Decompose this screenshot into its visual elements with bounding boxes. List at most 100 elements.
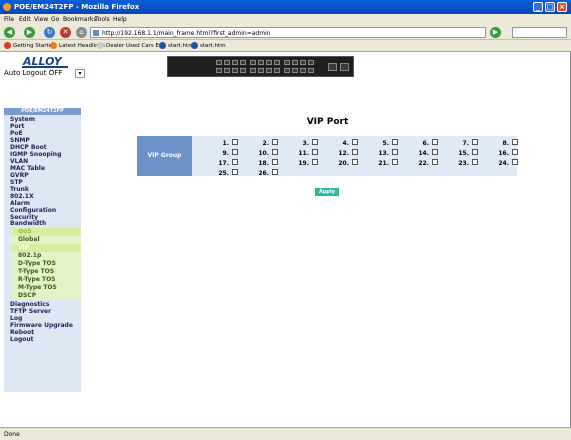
maximize-button[interactable]: □ bbox=[545, 2, 555, 12]
sidebar-subitem-vip[interactable]: VIP bbox=[12, 244, 81, 252]
search-box[interactable] bbox=[512, 27, 567, 38]
stop-icon[interactable]: ✕ bbox=[60, 27, 71, 38]
vip-port-checkbox[interactable] bbox=[352, 149, 358, 155]
vip-port-checkbox[interactable] bbox=[392, 149, 398, 155]
vip-port-checkbox[interactable] bbox=[392, 159, 398, 165]
vip-group-label: VIP Group bbox=[137, 136, 192, 176]
sidebar-item-log[interactable]: Log bbox=[10, 315, 22, 322]
navigation-toolbar: ◀ ▶ ↻ ✕ ⌂ http://192.168.1.1/main_frame.… bbox=[0, 25, 571, 40]
sidebar-subitem-dscp[interactable]: DSCP bbox=[12, 292, 81, 300]
vip-port-checkbox[interactable] bbox=[512, 139, 518, 145]
apply-button[interactable]: Apply bbox=[315, 188, 339, 196]
sidebar-subitem-r-type-tos[interactable]: R-Type TOS bbox=[12, 276, 81, 284]
vip-port-label: 25. bbox=[218, 170, 229, 177]
vip-port-cell: 18. bbox=[239, 159, 283, 169]
vip-port-checkbox[interactable] bbox=[272, 169, 278, 175]
vip-port-label: 16. bbox=[498, 150, 509, 157]
sidebar-subitem-8021p[interactable]: 802.1p bbox=[12, 252, 81, 260]
sidebar-subitem-global[interactable]: Global bbox=[12, 236, 81, 244]
vip-port-cell: 5. bbox=[359, 139, 403, 149]
sidebar-item-gvrp[interactable]: GVRP bbox=[10, 172, 29, 179]
vip-port-checkbox[interactable] bbox=[312, 159, 318, 165]
minimize-button[interactable]: _ bbox=[533, 2, 543, 12]
vip-port-checkbox[interactable] bbox=[472, 159, 478, 165]
status-text: Done bbox=[4, 431, 20, 438]
vip-port-checkbox[interactable] bbox=[472, 139, 478, 145]
vip-port-checkbox[interactable] bbox=[312, 139, 318, 145]
sidebar-item-poe[interactable]: PoE bbox=[10, 130, 23, 137]
vip-port-checkbox[interactable] bbox=[232, 139, 238, 145]
reload-icon[interactable]: ↻ bbox=[44, 27, 55, 38]
vip-port-label: 19. bbox=[298, 160, 309, 167]
page-title: VIP Port bbox=[306, 117, 349, 127]
sidebar-item-snmp[interactable]: SNMP bbox=[10, 137, 30, 144]
go-icon[interactable]: ▶ bbox=[490, 27, 501, 38]
sidebar-subitem-d-type-tos[interactable]: D-Type TOS bbox=[12, 260, 81, 268]
menu-help[interactable]: Help bbox=[113, 16, 127, 23]
sidebar-item-system[interactable]: System bbox=[10, 116, 35, 123]
sidebar-item-bandwidth[interactable]: Bandwidth bbox=[10, 220, 46, 227]
vip-port-cell: 21. bbox=[359, 159, 403, 169]
bookmark-start-1[interactable]: start.htm bbox=[159, 42, 194, 49]
menu-tools[interactable]: Tools bbox=[95, 16, 110, 23]
bookmark-dealer-used-cars[interactable]: Dealer Used Cars Er... bbox=[97, 42, 166, 49]
close-button[interactable]: × bbox=[557, 2, 567, 12]
sidebar-item-vlan[interactable]: VLAN bbox=[10, 158, 28, 165]
vip-port-checkbox[interactable] bbox=[352, 159, 358, 165]
vip-port-checkbox[interactable] bbox=[272, 159, 278, 165]
bookmark-getting-started[interactable]: Getting Started bbox=[4, 42, 56, 49]
sidebar-item-qos[interactable]: QoS bbox=[12, 228, 81, 236]
vip-port-checkbox[interactable] bbox=[272, 139, 278, 145]
sidebar-item-stp[interactable]: STP bbox=[10, 179, 23, 186]
auto-logout-select[interactable]: ▾ bbox=[75, 69, 85, 78]
vip-port-checkbox[interactable] bbox=[432, 139, 438, 145]
vip-port-cell: 20. bbox=[319, 159, 363, 169]
sidebar-subitem-t-type-tos[interactable]: T-Type TOS bbox=[12, 268, 81, 276]
vip-port-checkbox[interactable] bbox=[472, 149, 478, 155]
vip-port-checkbox[interactable] bbox=[432, 159, 438, 165]
page-favicon bbox=[93, 30, 99, 36]
sidebar-item-trunk[interactable]: Trunk bbox=[10, 186, 29, 193]
sidebar-item-diagnostics[interactable]: Diagnostics bbox=[10, 301, 49, 308]
vip-port-cell: 9. bbox=[199, 149, 243, 159]
sidebar-item-port[interactable]: Port bbox=[10, 123, 24, 130]
sidebar-item-dhcp-boot[interactable]: DHCP Boot bbox=[10, 144, 47, 151]
bookmark-start-2[interactable]: start.htm bbox=[191, 42, 226, 49]
menu-go[interactable]: Go bbox=[51, 16, 59, 23]
vip-port-checkbox[interactable] bbox=[232, 159, 238, 165]
vip-port-checkbox[interactable] bbox=[432, 149, 438, 155]
menu-file[interactable]: File bbox=[4, 16, 14, 23]
vip-port-label: 26. bbox=[258, 170, 269, 177]
sidebar-item-firmware-upgrade[interactable]: Firmware Upgrade bbox=[10, 322, 73, 329]
vip-port-checkbox[interactable] bbox=[512, 159, 518, 165]
vip-port-checkbox[interactable] bbox=[272, 149, 278, 155]
sidebar-item-alarm[interactable]: Alarm bbox=[10, 200, 30, 207]
vip-port-checkbox[interactable] bbox=[352, 139, 358, 145]
vip-port-checkbox[interactable] bbox=[392, 139, 398, 145]
vip-port-cell: 11. bbox=[279, 149, 323, 159]
vip-port-cell: 6. bbox=[399, 139, 443, 149]
sidebar-item-configuration[interactable]: Configuration bbox=[10, 207, 56, 214]
vip-port-checkbox[interactable] bbox=[512, 149, 518, 155]
sidebar-subitem-m-type-tos[interactable]: M-Type TOS bbox=[12, 284, 81, 292]
sidebar-item-8021x[interactable]: 802.1X bbox=[10, 193, 34, 200]
sidebar-item-igmp-snooping[interactable]: IGMP Snooping bbox=[10, 151, 61, 158]
menu-bookmarks[interactable]: Bookmarks bbox=[63, 16, 97, 23]
vip-port-checkbox[interactable] bbox=[232, 169, 238, 175]
sidebar-item-mac-table[interactable]: MAC Table bbox=[10, 165, 45, 172]
menu-view[interactable]: View bbox=[34, 16, 48, 23]
address-bar[interactable]: http://192.168.1.1/main_frame.html?first… bbox=[90, 27, 486, 38]
vip-port-cell: 1. bbox=[199, 139, 243, 149]
menu-edit[interactable]: Edit bbox=[19, 16, 31, 23]
back-icon[interactable]: ◀ bbox=[4, 27, 15, 38]
sidebar-item-logout[interactable]: Logout bbox=[10, 336, 34, 343]
forward-icon[interactable]: ▶ bbox=[24, 27, 35, 38]
chevron-down-icon: ▾ bbox=[78, 70, 82, 77]
sidebar-item-reboot[interactable]: Reboot bbox=[10, 329, 34, 336]
vip-port-checkbox[interactable] bbox=[232, 149, 238, 155]
vip-port-cell: 16. bbox=[479, 149, 523, 159]
sidebar-item-tftp-server[interactable]: TFTP Server bbox=[10, 308, 51, 315]
vip-port-label: 10. bbox=[258, 150, 269, 157]
home-icon[interactable]: ⌂ bbox=[76, 27, 87, 38]
vip-port-checkbox[interactable] bbox=[312, 149, 318, 155]
